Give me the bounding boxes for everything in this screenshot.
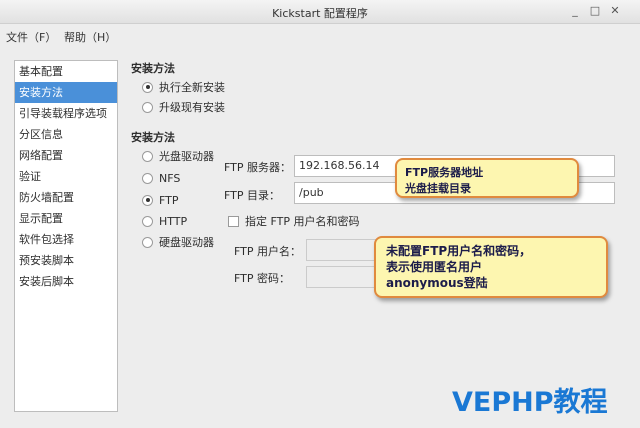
close-icon[interactable]: ✕ <box>608 4 622 18</box>
sidebar-nav: 基本配置 安装方法 引导装载程序选项 分区信息 网络配置 验证 防火墙配置 显示… <box>14 60 118 412</box>
menu-file[interactable]: 文件（F） <box>6 29 56 45</box>
radio-ftp[interactable]: FTP <box>142 192 179 208</box>
callout-anonymous-line3: anonymous登陆 <box>386 276 488 290</box>
checkbox-specify-ftp-user[interactable]: 指定 FTP 用户名和密码 <box>228 213 359 229</box>
callout-anonymous-line2: 表示使用匿名用户 <box>386 260 483 274</box>
ftp-dir-label: FTP 目录： <box>224 189 280 202</box>
radio-nfs-indicator[interactable] <box>142 172 153 184</box>
ftp-server-label: FTP 服务器： <box>224 161 291 174</box>
radio-http-indicator[interactable] <box>142 215 153 227</box>
radio-upgrade-label: 升级现有安装 <box>159 101 225 114</box>
callout-anonymous-note: 未配置FTP用户名和密码， 表示使用匿名用户 anonymous登陆 <box>374 236 608 298</box>
watermark: VEPHP教程 <box>452 387 608 418</box>
sidebar-item-install-method[interactable]: 安装方法 <box>15 82 117 103</box>
radio-http[interactable]: HTTP <box>142 213 187 229</box>
title-bar: Kickstart 配置程序 _ □ ✕ <box>0 0 640 24</box>
callout-anonymous-line1: 未配置FTP用户名和密码， <box>386 244 532 258</box>
sidebar-item-bootloader[interactable]: 引导装载程序选项 <box>15 103 117 124</box>
callout-ftp-server-line1: FTP服务器地址 <box>405 166 484 179</box>
sidebar-item-auth[interactable]: 验证 <box>15 166 117 187</box>
radio-cdrom[interactable]: 光盘驱动器 <box>142 148 214 164</box>
sidebar-item-partition[interactable]: 分区信息 <box>15 124 117 145</box>
sidebar-item-network[interactable]: 网络配置 <box>15 145 117 166</box>
menu-bar: 文件（F） 帮助（H） <box>0 24 640 46</box>
sidebar-item-firewall[interactable]: 防火墙配置 <box>15 187 117 208</box>
radio-fresh-install[interactable]: 执行全新安装 <box>142 79 225 95</box>
sidebar-item-packages[interactable]: 软件包选择 <box>15 229 117 250</box>
sidebar-item-pre-script[interactable]: 预安装脚本 <box>15 250 117 271</box>
radio-nfs[interactable]: NFS <box>142 170 180 186</box>
sidebar-item-basic[interactable]: 基本配置 <box>15 61 117 82</box>
checkbox-specify-ftp-user-label: 指定 FTP 用户名和密码 <box>245 215 360 228</box>
radio-cdrom-indicator[interactable] <box>142 150 153 162</box>
ftp-password-label: FTP 密码： <box>234 272 290 285</box>
menu-help[interactable]: 帮助（H） <box>64 29 116 45</box>
maximize-icon[interactable]: □ <box>588 4 602 18</box>
minimize-icon[interactable]: _ <box>568 4 582 18</box>
ftp-username-label: FTP 用户名： <box>234 245 301 258</box>
sidebar-item-display[interactable]: 显示配置 <box>15 208 117 229</box>
radio-cdrom-label: 光盘驱动器 <box>159 150 214 163</box>
section-title-install-source: 安装方法 <box>131 131 175 144</box>
radio-ftp-label: FTP <box>159 193 179 207</box>
section-title-install-method: 安装方法 <box>131 62 175 75</box>
radio-nfs-label: NFS <box>159 171 181 185</box>
sidebar-item-post-script[interactable]: 安装后脚本 <box>15 271 117 292</box>
radio-ftp-indicator[interactable] <box>142 194 153 206</box>
radio-harddrive-indicator[interactable] <box>142 236 153 248</box>
window-title: Kickstart 配置程序 <box>272 7 368 20</box>
radio-upgrade[interactable]: 升级现有安装 <box>142 99 225 115</box>
radio-fresh-install-indicator[interactable] <box>142 81 153 93</box>
radio-http-label: HTTP <box>159 214 188 228</box>
checkbox-specify-ftp-user-box[interactable] <box>228 215 239 227</box>
radio-harddrive-label: 硬盘驱动器 <box>159 236 214 249</box>
callout-ftp-server-note: FTP服务器地址 光盘挂载目录 <box>395 158 579 198</box>
callout-ftp-server-line2: 光盘挂载目录 <box>405 182 471 195</box>
radio-harddrive[interactable]: 硬盘驱动器 <box>142 234 214 250</box>
radio-fresh-install-label: 执行全新安装 <box>159 81 225 94</box>
radio-upgrade-indicator[interactable] <box>142 101 153 113</box>
